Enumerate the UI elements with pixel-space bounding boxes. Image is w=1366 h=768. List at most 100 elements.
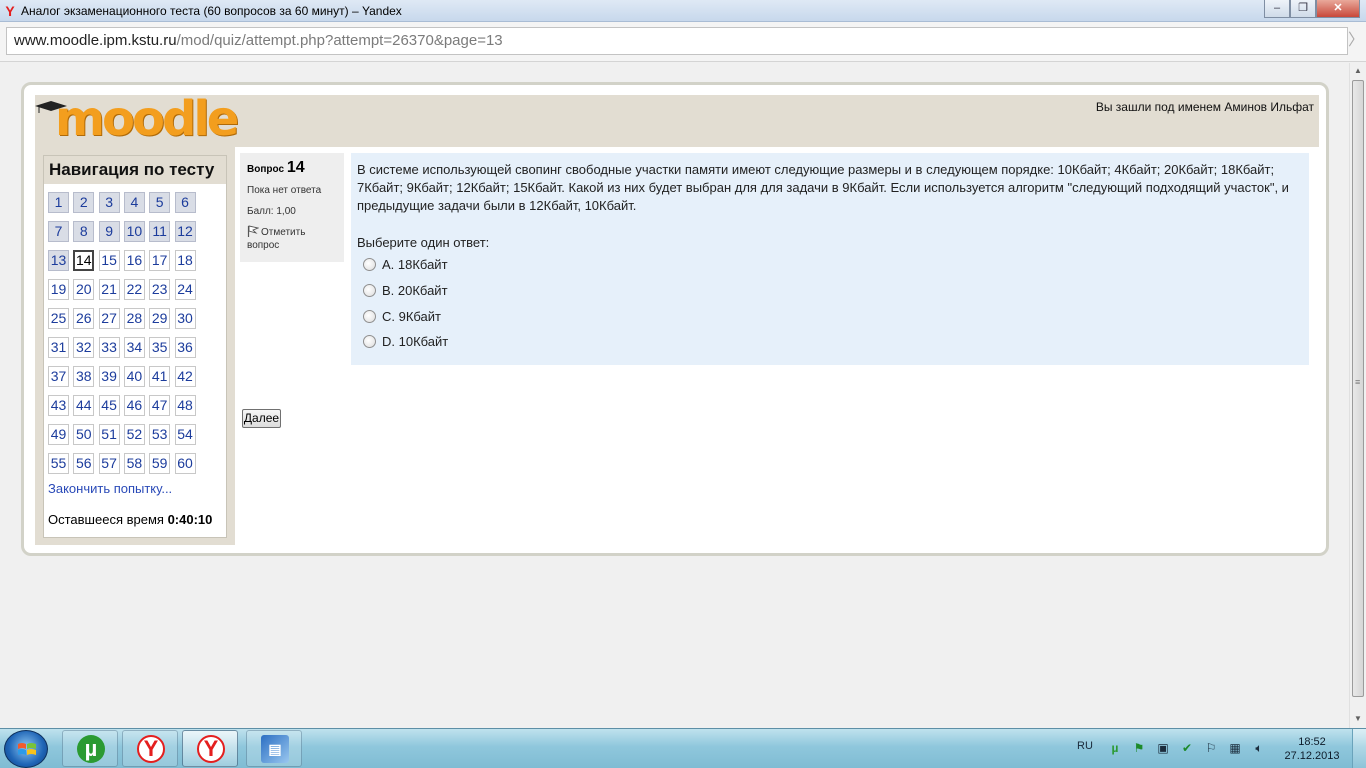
question-nav-button-48[interactable]: 48 xyxy=(174,395,196,416)
answer-option-d[interactable]: D. 10Кбайт xyxy=(363,332,448,350)
question-nav-button-14[interactable]: 14 xyxy=(73,250,95,271)
question-nav-button-9[interactable]: 9 xyxy=(98,221,120,242)
question-nav-button-59[interactable]: 59 xyxy=(149,453,171,474)
action-center-icon[interactable]: ⚐ xyxy=(1204,741,1218,755)
show-desktop-button[interactable] xyxy=(1352,729,1366,768)
question-nav-button-30[interactable]: 30 xyxy=(174,308,196,329)
taskbar-utorrent[interactable]: µ xyxy=(62,730,118,767)
radio-button[interactable] xyxy=(363,257,376,271)
question-nav-button-27[interactable]: 27 xyxy=(98,308,120,329)
update-tray-icon[interactable]: ✔ xyxy=(1180,741,1194,755)
finish-attempt-link[interactable]: Закончить попытку... xyxy=(48,481,172,496)
taskbar-yandex-browser[interactable]: Y xyxy=(122,730,178,767)
question-nav-button-4[interactable]: 4 xyxy=(123,192,145,213)
question-nav-button-47[interactable]: 47 xyxy=(149,395,171,416)
question-nav-button-45[interactable]: 45 xyxy=(98,395,120,416)
device-tray-icon[interactable]: ▦ xyxy=(1228,741,1242,755)
close-button[interactable]: ✕ xyxy=(1316,0,1360,18)
scroll-up-icon[interactable]: ▲ xyxy=(1350,63,1366,79)
question-nav-button-20[interactable]: 20 xyxy=(73,279,95,300)
question-nav-button-39[interactable]: 39 xyxy=(98,366,120,387)
maximize-button[interactable]: ❐ xyxy=(1290,0,1316,18)
question-nav-button-40[interactable]: 40 xyxy=(123,366,145,387)
question-nav-button-29[interactable]: 29 xyxy=(149,308,171,329)
question-nav-button-34[interactable]: 34 xyxy=(123,337,145,358)
question-nav-button-5[interactable]: 5 xyxy=(149,192,171,213)
question-nav-button-19[interactable]: 19 xyxy=(48,279,69,300)
taskbar-file-explorer[interactable]: ▤ xyxy=(246,730,302,767)
answer-label: B. 20Кбайт xyxy=(382,282,448,298)
taskbar-yandex-browser-active[interactable]: Y xyxy=(182,730,238,767)
question-nav-button-55[interactable]: 55 xyxy=(48,453,69,474)
scroll-down-icon[interactable]: ▼ xyxy=(1350,711,1366,727)
radio-button[interactable] xyxy=(363,334,376,348)
question-nav-button-36[interactable]: 36 xyxy=(174,337,196,358)
question-nav-button-6[interactable]: 6 xyxy=(174,192,196,213)
question-nav-button-13[interactable]: 13 xyxy=(48,250,69,271)
question-nav-button-32[interactable]: 32 xyxy=(73,337,95,358)
question-nav-button-21[interactable]: 21 xyxy=(98,279,120,300)
question-nav-button-52[interactable]: 52 xyxy=(123,424,145,445)
question-nav-button-51[interactable]: 51 xyxy=(98,424,120,445)
moodle-logo[interactable]: moodle xyxy=(35,91,239,147)
answer-option-b[interactable]: B. 20Кбайт xyxy=(363,281,448,299)
clock[interactable]: 18:52 27.12.2013 xyxy=(1284,735,1340,763)
window-title-bar[interactable]: Y Аналог экзаменационного теста (60 вопр… xyxy=(0,0,1366,22)
question-nav-button-31[interactable]: 31 xyxy=(48,337,69,358)
question-nav-button-49[interactable]: 49 xyxy=(48,424,69,445)
question-nav-button-2[interactable]: 2 xyxy=(73,192,95,213)
question-nav-button-33[interactable]: 33 xyxy=(98,337,120,358)
answer-label: A. 18Кбайт xyxy=(382,256,448,272)
question-nav-button-56[interactable]: 56 xyxy=(73,453,95,474)
radio-button[interactable] xyxy=(363,309,376,323)
keyboard-language[interactable]: RU xyxy=(1077,740,1093,752)
answer-option-a[interactable]: A. 18Кбайт xyxy=(363,255,448,273)
go-arrow-icon[interactable]: 〉 xyxy=(1348,27,1364,55)
question-nav-button-22[interactable]: 22 xyxy=(123,279,145,300)
question-nav-button-28[interactable]: 28 xyxy=(123,308,145,329)
question-nav-button-43[interactable]: 43 xyxy=(48,395,69,416)
question-nav-button-42[interactable]: 42 xyxy=(174,366,196,387)
question-nav-button-25[interactable]: 25 xyxy=(48,308,69,329)
radio-button[interactable] xyxy=(363,283,376,297)
question-nav-button-11[interactable]: 11 xyxy=(149,221,171,242)
question-nav-button-8[interactable]: 8 xyxy=(73,221,95,242)
quiz-navigation-title: Навигация по тесту xyxy=(44,156,226,184)
flag-question-button[interactable]: Отметить вопрос xyxy=(247,225,337,252)
question-nav-button-1[interactable]: 1 xyxy=(48,192,69,213)
volume-icon[interactable]: 🔈︎ xyxy=(1252,741,1266,755)
scrollbar-thumb[interactable]: ≡ xyxy=(1352,80,1364,697)
question-nav-button-44[interactable]: 44 xyxy=(73,395,95,416)
question-nav-button-41[interactable]: 41 xyxy=(149,366,171,387)
question-nav-button-15[interactable]: 15 xyxy=(98,250,120,271)
question-nav-button-12[interactable]: 12 xyxy=(174,221,196,242)
question-nav-button-54[interactable]: 54 xyxy=(174,424,196,445)
question-nav-button-24[interactable]: 24 xyxy=(174,279,196,300)
question-nav-button-50[interactable]: 50 xyxy=(73,424,95,445)
flag-tray-icon[interactable]: ⚑ xyxy=(1132,741,1146,755)
question-nav-button-57[interactable]: 57 xyxy=(98,453,120,474)
question-nav-button-10[interactable]: 10 xyxy=(123,221,145,242)
question-nav-button-3[interactable]: 3 xyxy=(98,192,120,213)
question-nav-button-17[interactable]: 17 xyxy=(149,250,171,271)
question-nav-button-26[interactable]: 26 xyxy=(73,308,95,329)
page-scrollbar[interactable]: ▲ ≡ ▼ xyxy=(1349,63,1366,728)
question-nav-button-60[interactable]: 60 xyxy=(174,453,196,474)
start-button[interactable] xyxy=(4,730,48,768)
question-nav-button-7[interactable]: 7 xyxy=(48,221,69,242)
question-nav-button-46[interactable]: 46 xyxy=(123,395,145,416)
network-tray-icon[interactable]: ▣ xyxy=(1156,741,1170,755)
url-field[interactable]: www.moodle.ipm.kstu.ru/mod/quiz/attempt.… xyxy=(6,27,1348,55)
question-nav-button-23[interactable]: 23 xyxy=(149,279,171,300)
question-nav-button-18[interactable]: 18 xyxy=(174,250,196,271)
question-nav-button-16[interactable]: 16 xyxy=(123,250,145,271)
question-nav-button-58[interactable]: 58 xyxy=(123,453,145,474)
answer-option-c[interactable]: C. 9Кбайт xyxy=(363,307,441,325)
question-nav-button-38[interactable]: 38 xyxy=(73,366,95,387)
question-nav-button-37[interactable]: 37 xyxy=(48,366,69,387)
utorrent-tray-icon[interactable]: µ xyxy=(1108,741,1122,755)
minimize-button[interactable]: – xyxy=(1264,0,1290,18)
next-button[interactable]: Далее xyxy=(242,409,281,428)
question-nav-button-35[interactable]: 35 xyxy=(149,337,171,358)
question-nav-button-53[interactable]: 53 xyxy=(149,424,171,445)
